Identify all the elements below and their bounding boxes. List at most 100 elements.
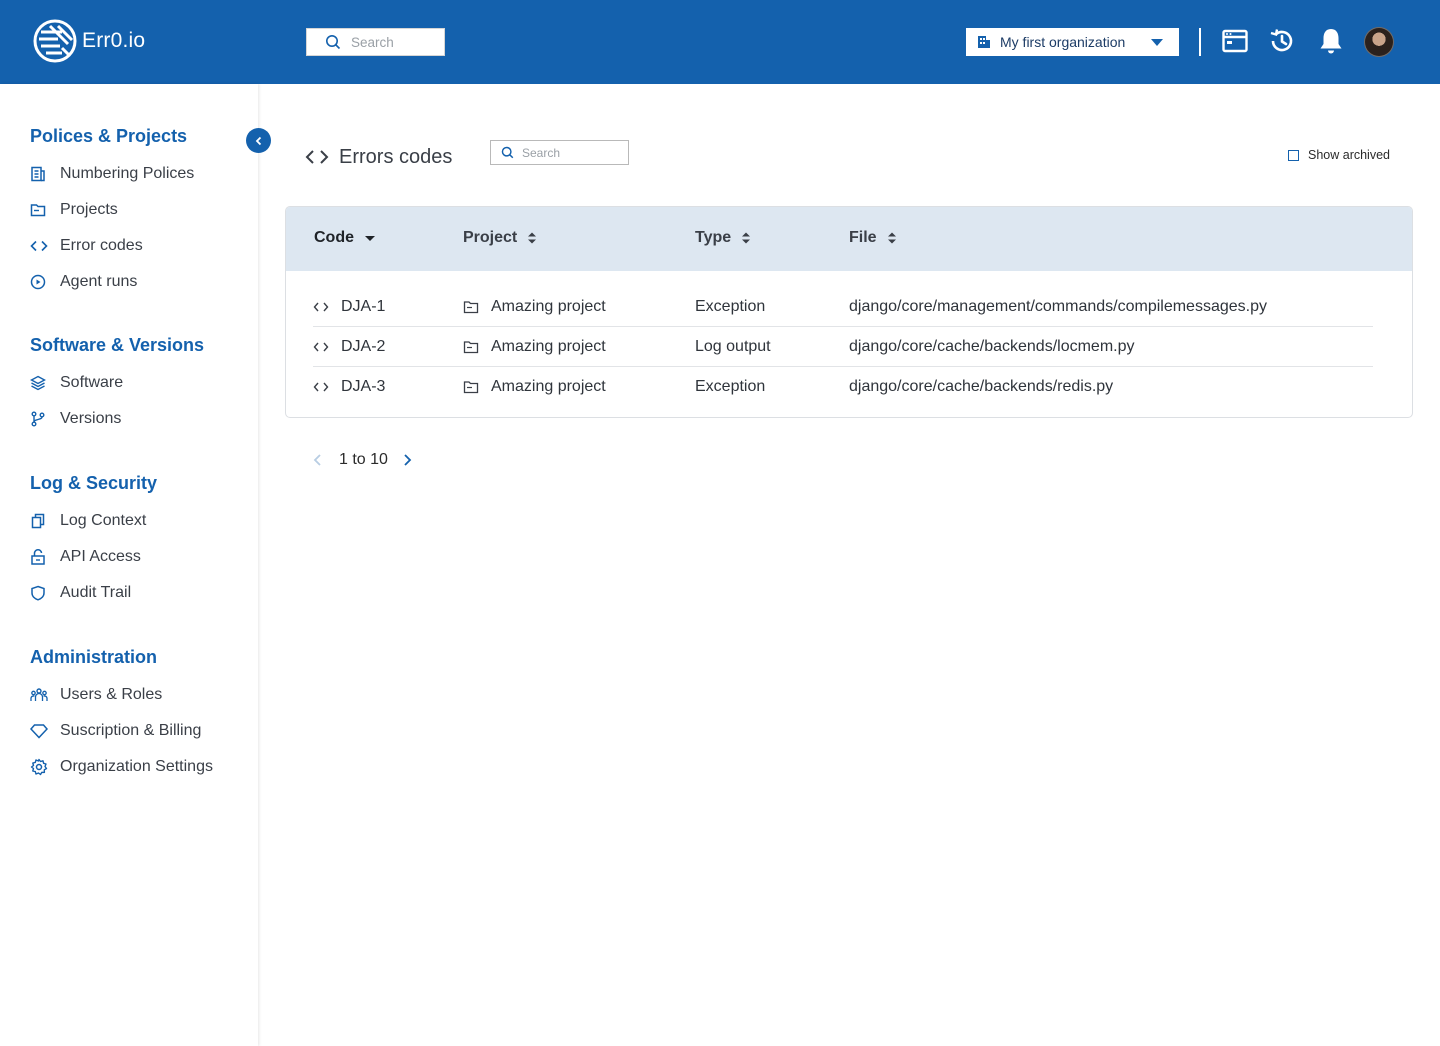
gear-icon — [30, 755, 60, 779]
sidebar-item-label: Software — [60, 374, 124, 391]
code-icon — [313, 341, 341, 353]
folder-icon — [463, 380, 491, 394]
global-search-input[interactable]: Search — [306, 28, 445, 56]
code-icon — [313, 381, 341, 393]
cell-type: Exception — [695, 298, 766, 315]
cell-type: Log output — [695, 338, 771, 355]
sidebar-item-subscription-billing[interactable]: Suscription & Billing — [30, 719, 201, 743]
sidebar-item-agent-runs[interactable]: Agent runs — [30, 270, 137, 294]
cell-file: django/core/management/commands/compilem… — [849, 298, 1267, 315]
organization-selector[interactable]: My first organization — [966, 28, 1179, 56]
table-row[interactable]: DJA-1 Amazing project Exception django/c… — [313, 287, 1373, 327]
header-divider — [1199, 28, 1201, 56]
cell-project[interactable]: Amazing project — [463, 367, 606, 407]
layers-icon — [30, 371, 60, 395]
unlock-icon — [30, 545, 60, 569]
chevron-right-icon[interactable] — [401, 453, 413, 467]
organization-name: My first organization — [1000, 34, 1126, 50]
sidebar-item-numbering-polices[interactable]: Numbering Polices — [30, 162, 194, 186]
column-header-file[interactable]: File — [849, 229, 897, 247]
cell-code[interactable]: DJA-1 — [313, 287, 385, 327]
cell-code[interactable]: DJA-3 — [313, 367, 385, 407]
checkbox-box[interactable] — [1288, 149, 1299, 161]
bell-icon[interactable] — [1317, 27, 1345, 55]
sidebar-item-organization-settings[interactable]: Organization Settings — [30, 755, 213, 779]
sidebar-item-projects[interactable]: Projects — [30, 198, 118, 222]
chevron-down-icon — [1151, 39, 1163, 46]
cell-code[interactable]: DJA-2 — [313, 327, 385, 367]
sidebar-item-api-access[interactable]: API Access — [30, 545, 141, 569]
folder-icon — [463, 340, 491, 354]
sidebar-item-label: Log Context — [60, 512, 147, 529]
sidebar-item-label: Versions — [60, 410, 122, 427]
diamond-icon — [30, 719, 60, 743]
project-value: Amazing project — [491, 298, 606, 315]
search-placeholder: Search — [351, 34, 394, 50]
sidebar-section-software-versions: Software & Versions — [30, 335, 205, 355]
page-title: Errors codes — [339, 145, 453, 168]
table-row[interactable]: DJA-3 Amazing project Exception django/c… — [313, 367, 1373, 407]
history-icon[interactable] — [1268, 27, 1296, 55]
sidebar-item-log-context[interactable]: Log Context — [30, 509, 146, 533]
sort-icon — [887, 232, 896, 244]
code-icon — [313, 301, 341, 313]
cell-project[interactable]: Amazing project — [463, 287, 606, 327]
browser-window-icon[interactable] — [1221, 27, 1249, 55]
sidebar-item-error-codes[interactable]: Error codes — [30, 234, 143, 258]
app-name: Err0.io — [82, 29, 146, 52]
sidebar-section-administration: Administration — [30, 647, 158, 667]
code-value: DJA-3 — [341, 378, 386, 395]
code-value: DJA-2 — [341, 338, 386, 355]
building-icon — [978, 36, 990, 48]
sort-icon — [528, 232, 537, 244]
column-label: Code — [314, 229, 354, 246]
show-archived-checkbox[interactable]: Show archived — [1288, 148, 1390, 162]
avatar[interactable] — [1364, 27, 1394, 57]
sidebar-item-software[interactable]: Software — [30, 371, 123, 395]
error-codes-search-input[interactable]: Search — [490, 140, 629, 165]
play-circle-icon — [30, 270, 60, 294]
code-value: DJA-1 — [341, 298, 386, 315]
sidebar-item-audit-trail[interactable]: Audit Trail — [30, 581, 131, 605]
pagination-label: 1 to 10 — [339, 451, 388, 468]
users-icon — [30, 683, 60, 707]
sidebar-section-policies-projects: Polices & Projects — [30, 126, 188, 146]
project-value: Amazing project — [491, 378, 606, 395]
column-header-code[interactable]: Code — [314, 229, 376, 247]
sidebar-item-label: Projects — [60, 201, 118, 218]
cell-file: django/core/cache/backends/redis.py — [849, 378, 1114, 395]
document-icon — [30, 162, 60, 186]
error-codes-table: Code Project Type File DJA-1 Amazing pro… — [285, 206, 1413, 418]
folder-icon — [463, 300, 491, 314]
sort-icon — [742, 232, 751, 244]
sort-desc-icon — [365, 236, 375, 241]
column-header-type[interactable]: Type — [695, 229, 751, 247]
search-placeholder: Search — [522, 145, 561, 160]
sidebar-section-log-security: Log & Security — [30, 473, 158, 493]
shield-icon — [30, 581, 60, 605]
table-row[interactable]: DJA-2 Amazing project Log output django/… — [313, 327, 1373, 367]
search-icon — [326, 35, 341, 50]
column-label: Project — [463, 229, 518, 246]
table-header: Code Project Type File — [286, 207, 1412, 271]
sidebar-item-users-roles[interactable]: Users & Roles — [30, 683, 162, 707]
top-bar: Err0.io Search My first organization — [0, 0, 1440, 84]
sidebar-item-label: Audit Trail — [60, 584, 132, 601]
branch-icon — [30, 407, 60, 431]
cell-project[interactable]: Amazing project — [463, 327, 606, 367]
cell-type: Exception — [695, 378, 766, 395]
sidebar-item-label: Error codes — [60, 237, 143, 254]
code-icon — [305, 150, 329, 164]
sidebar-item-label: Agent runs — [60, 273, 138, 290]
sidebar-item-label: Organization Settings — [60, 758, 213, 775]
column-label: File — [849, 229, 877, 246]
app-logo[interactable]: Err0.io — [32, 18, 145, 64]
column-header-project[interactable]: Project — [463, 229, 537, 247]
sidebar-item-label: Suscription & Billing — [60, 722, 202, 739]
sidebar-item-versions[interactable]: Versions — [30, 407, 121, 431]
collapse-sidebar-button[interactable] — [246, 128, 271, 153]
chevron-left-icon[interactable] — [312, 453, 324, 467]
copy-icon — [30, 509, 60, 533]
sidebar-item-label: Numbering Polices — [60, 165, 195, 182]
project-value: Amazing project — [491, 338, 606, 355]
